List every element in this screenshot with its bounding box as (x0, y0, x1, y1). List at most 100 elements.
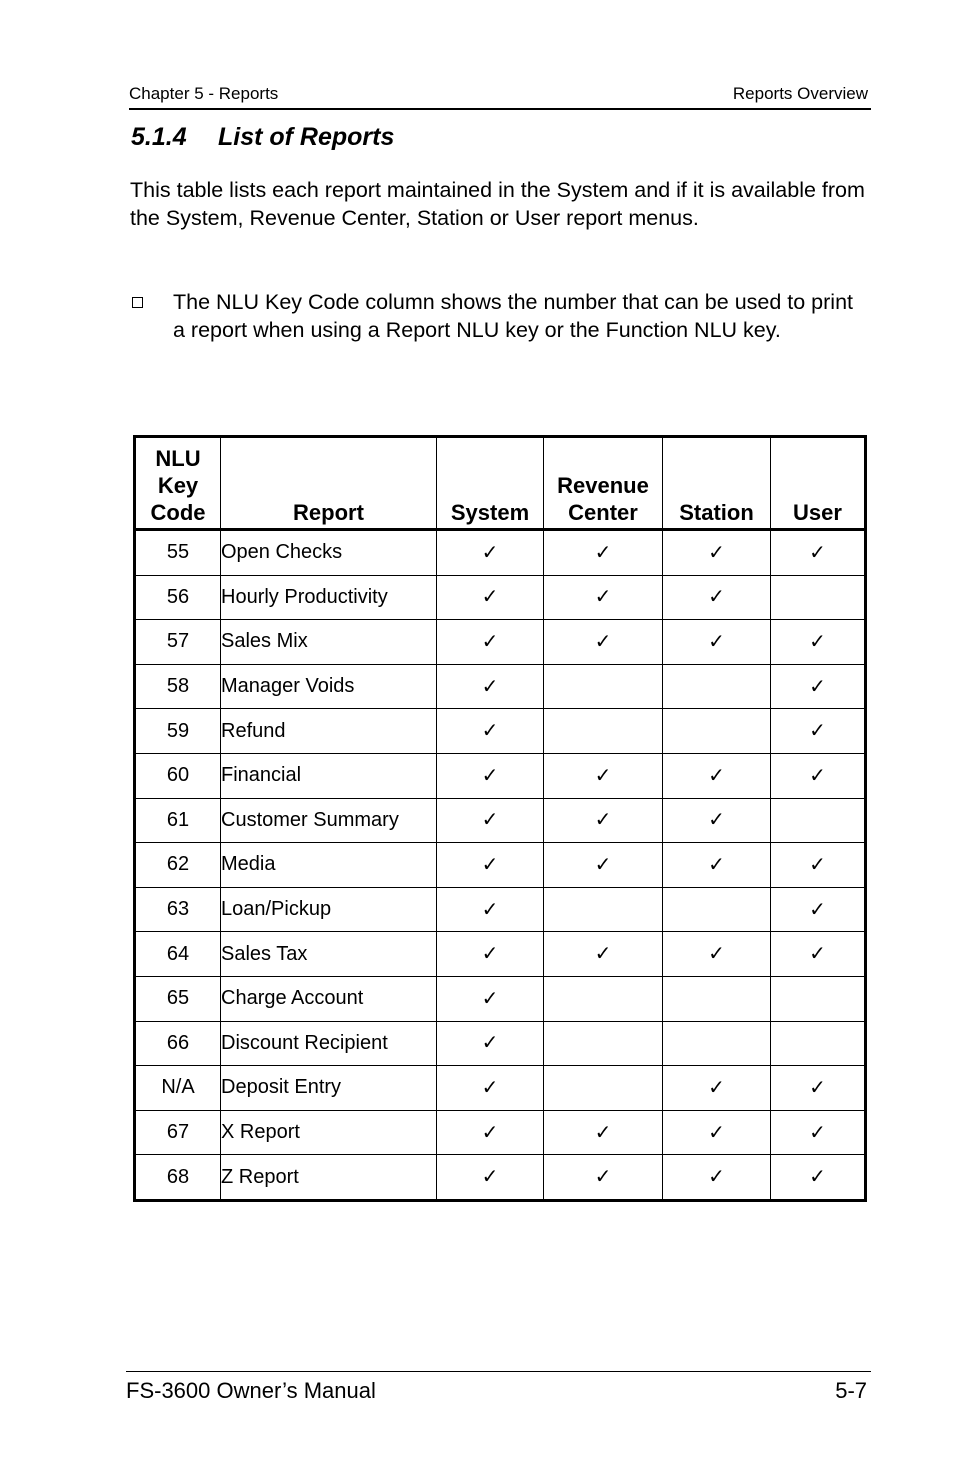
column-header-revenue-center: Revenue Center (543, 436, 663, 530)
system-cell: ✓ (436, 797, 544, 844)
reports-table: NLU Key Code Report System Revenue Center S… (133, 435, 867, 1202)
checkmark-icon: ✓ (708, 853, 725, 876)
checkmark-icon: ✓ (594, 1166, 612, 1189)
revenue-center-cell (543, 886, 663, 933)
checkmark-icon: ✓ (708, 1121, 725, 1144)
table-row: 68 Z Report ✓ ✓ ✓ ✓ (134, 1154, 866, 1201)
revenue-center-cell: ✓ (543, 797, 663, 844)
table-row: 56 Hourly Productivity ✓ ✓ ✓ (134, 574, 866, 621)
section-title: 5.1.4 List of Reports (131, 123, 394, 152)
checkmark-icon: ✓ (481, 630, 499, 653)
nlu-key-code-cell: N/A (134, 1065, 221, 1111)
report-name-cell: X Report (220, 1109, 437, 1156)
user-cell: ✓ (770, 752, 866, 799)
table-row: 62 Media ✓ ✓ ✓ ✓ (134, 842, 866, 888)
station-cell: ✓ (662, 797, 771, 844)
section-title-text: List of Reports (218, 123, 395, 151)
system-cell: ✓ (436, 752, 544, 799)
system-cell: ✓ (436, 1020, 544, 1067)
station-cell (662, 708, 771, 754)
station-cell: ✓ (662, 529, 771, 576)
table-row: 59 Refund ✓ ✓ (134, 708, 866, 754)
checkmark-icon: ✓ (708, 630, 725, 653)
column-header-report: Report (220, 436, 437, 530)
user-cell (770, 574, 866, 621)
checkmark-icon: ✓ (708, 541, 725, 564)
report-name-cell: Refund (220, 708, 437, 754)
station-cell: ✓ (662, 574, 771, 621)
table-row: 58 Manager Voids ✓ ✓ (134, 663, 866, 710)
station-cell (662, 886, 771, 933)
table-row: 57 Sales Mix ✓ ✓ ✓ ✓ (134, 619, 866, 665)
page-number: 5-7 (835, 1378, 867, 1403)
user-cell: ✓ (770, 619, 866, 665)
checkmark-icon: ✓ (708, 586, 725, 609)
revenue-center-cell: ✓ (543, 752, 663, 799)
user-cell: ✓ (770, 842, 866, 888)
system-cell: ✓ (436, 1154, 544, 1201)
report-name-cell: Open Checks (220, 529, 437, 576)
table-row: 64 Sales Tax ✓ ✓ ✓ ✓ (134, 931, 866, 977)
report-name-cell: Sales Mix (220, 619, 437, 665)
system-cell: ✓ (436, 619, 544, 665)
checkmark-icon: ✓ (481, 898, 499, 921)
checkmark-icon: ✓ (809, 853, 826, 876)
checkmark-icon: ✓ (809, 1076, 826, 1099)
station-cell: ✓ (662, 931, 771, 977)
revenue-center-cell (543, 708, 663, 754)
column-header-station: Station (662, 436, 771, 530)
system-cell: ✓ (436, 842, 544, 888)
system-cell: ✓ (436, 708, 544, 754)
chapter-label: Chapter 5 - Reports (129, 84, 279, 103)
checkmark-icon: ✓ (481, 1032, 499, 1055)
table-header-row: NLU Key Code Report System Revenue Center S… (134, 436, 866, 530)
revenue-center-cell: ✓ (543, 1154, 663, 1201)
nlu-key-code-cell: 56 (134, 574, 221, 621)
user-cell: ✓ (770, 708, 866, 754)
checkmark-icon: ✓ (594, 586, 612, 609)
checkbox-bullet-icon (132, 297, 143, 308)
nlu-key-code-cell: 68 (134, 1154, 221, 1201)
checkmark-icon: ✓ (594, 764, 612, 787)
revenue-center-cell: ✓ (543, 931, 663, 977)
bullet-item: The NLU Key Code column shows the number… (130, 288, 870, 344)
checkmark-icon: ✓ (481, 720, 499, 743)
nlu-key-code-cell: 64 (134, 931, 221, 977)
nlu-key-code-cell: 61 (134, 797, 221, 844)
nlu-key-code-cell: 58 (134, 663, 221, 710)
revenue-center-cell (543, 1065, 663, 1111)
report-name-cell: Loan/Pickup (220, 886, 437, 933)
checkmark-icon: ✓ (708, 764, 725, 787)
checkmark-icon: ✓ (481, 764, 499, 787)
station-cell: ✓ (662, 1065, 771, 1111)
checkmark-icon: ✓ (481, 853, 499, 876)
station-cell: ✓ (662, 752, 771, 799)
user-cell (770, 797, 866, 844)
section-label: Reports Overview (732, 84, 868, 103)
report-name-cell: Sales Tax (220, 931, 437, 977)
checkmark-icon: ✓ (481, 675, 499, 698)
checkmark-icon: ✓ (809, 898, 826, 921)
station-cell: ✓ (662, 619, 771, 665)
user-cell: ✓ (770, 1154, 866, 1201)
checkmark-icon: ✓ (481, 943, 499, 966)
table-row: 66 Discount Recipient ✓ (134, 1020, 866, 1067)
system-cell: ✓ (436, 1109, 544, 1156)
checkmark-icon: ✓ (809, 720, 826, 743)
nlu-key-code-cell: 67 (134, 1109, 221, 1156)
nlu-key-code-cell: 65 (134, 975, 221, 1022)
user-cell (770, 1020, 866, 1067)
checkmark-icon: ✓ (481, 541, 499, 564)
checkmark-icon: ✓ (481, 987, 499, 1010)
user-cell (770, 975, 866, 1022)
checkmark-icon: ✓ (594, 809, 612, 832)
checkmark-icon: ✓ (708, 1166, 725, 1189)
checkmark-icon: ✓ (481, 1076, 499, 1099)
report-name-cell: Z Report (220, 1154, 437, 1201)
revenue-center-cell: ✓ (543, 574, 663, 621)
report-name-cell: Charge Account (220, 975, 437, 1022)
system-cell: ✓ (436, 975, 544, 1022)
nlu-key-code-cell: 62 (134, 842, 221, 888)
bullet-text: The NLU Key Code column shows the number… (173, 290, 854, 342)
report-name-cell: Manager Voids (220, 663, 437, 710)
